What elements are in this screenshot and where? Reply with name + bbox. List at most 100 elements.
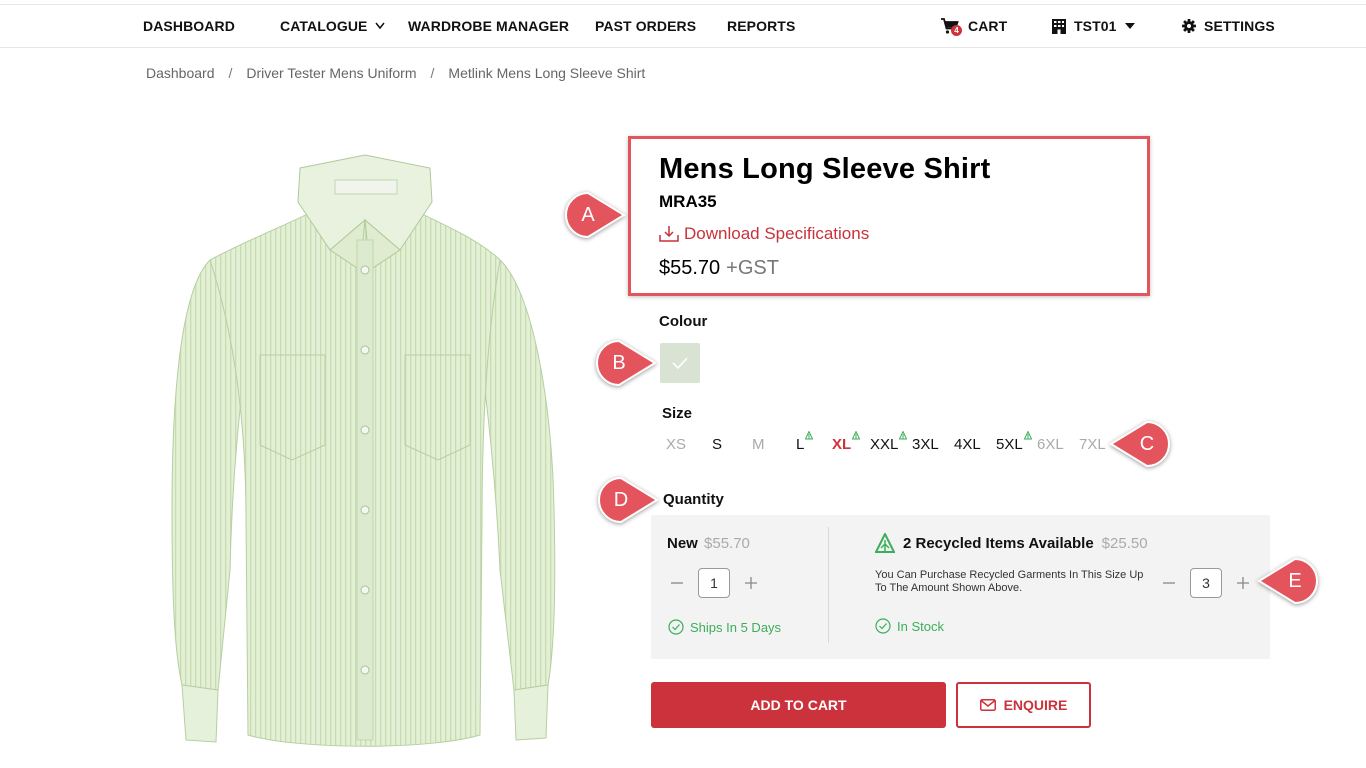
recycled-quantity-decrement-button[interactable]: [1159, 573, 1179, 593]
breadcrumb-item-current: Metlink Mens Long Sleeve Shirt: [448, 65, 646, 81]
nav-cart[interactable]: 4 CART: [941, 5, 1007, 47]
size-option-6xl[interactable]: 6XL: [1037, 436, 1064, 453]
check-icon: [672, 357, 688, 370]
plus-icon: [745, 577, 757, 589]
cart-icon: 4: [941, 18, 962, 36]
add-to-cart-label: ADD TO CART: [750, 697, 847, 713]
nav-reports-label: REPORTS: [727, 18, 796, 34]
size-option-5xl[interactable]: 5XL: [996, 431, 1032, 453]
caret-down-icon: [1124, 23, 1135, 29]
product-title: Mens Long Sleeve Shirt: [659, 153, 991, 185]
size-option-label: L: [796, 436, 805, 453]
product-sku: MRA35: [659, 192, 717, 211]
plus-icon: [1237, 577, 1249, 589]
recycled-tree-icon: [805, 431, 814, 440]
size-option-3xl[interactable]: 3XL: [912, 436, 939, 453]
size-label: Size: [662, 405, 693, 422]
nav-wardrobe-manager[interactable]: WARDROBE MANAGER: [408, 5, 569, 47]
recycled-tree-icon: [852, 431, 861, 440]
size-option-label: S: [712, 436, 723, 453]
recycled-tree-icon: [1023, 431, 1032, 440]
product-price: $55.70: [659, 257, 721, 279]
download-specifications-link[interactable]: Download Specifications: [659, 224, 869, 244]
colour-label: Colour: [659, 313, 708, 330]
product-info-box: Mens Long Sleeve Shirt MRA35 Download Sp…: [628, 136, 1150, 296]
quantity-divider: [828, 527, 829, 643]
new-quantity-decrement-button[interactable]: [667, 573, 687, 593]
nav-account[interactable]: TST01: [1052, 5, 1135, 47]
breadcrumb-separator: /: [228, 65, 233, 81]
new-label: New: [667, 535, 698, 552]
breadcrumb-item-dashboard[interactable]: Dashboard: [146, 65, 215, 81]
new-quantity-increment-button[interactable]: [741, 573, 761, 593]
recycled-description: You Can Purchase Recycled Garments In Th…: [875, 569, 1144, 594]
nav-catalogue-label: CATALOGUE: [280, 18, 368, 34]
size-option-label: 6XL: [1037, 436, 1064, 453]
recycled-price: $25.50: [1101, 534, 1148, 552]
nav-account-label: TST01: [1074, 18, 1117, 34]
annotation-marker-c: C: [1109, 420, 1170, 468]
annotation-marker-d: D: [598, 476, 659, 524]
annotation-label-c: C: [1139, 433, 1155, 455]
new-ships-status: Ships In 5 Days: [668, 619, 781, 635]
enquire-button[interactable]: ENQUIRE: [956, 682, 1091, 728]
size-option-label: 3XL: [912, 436, 939, 453]
check-circle-icon: [668, 619, 684, 635]
annotation-label-b: B: [612, 352, 626, 374]
size-option-label: 7XL: [1079, 436, 1106, 453]
size-option-label: XL: [832, 436, 852, 453]
cart-count-badge: 4: [951, 25, 962, 36]
enquire-label: ENQUIRE: [1003, 697, 1068, 713]
annotation-marker-e: E: [1257, 557, 1318, 605]
download-specifications-label: Download Specifications: [684, 224, 870, 243]
size-option-4xl[interactable]: 4XL: [954, 436, 981, 453]
envelope-icon: [979, 699, 996, 711]
nav-wardrobe-manager-label: WARDROBE MANAGER: [408, 18, 570, 34]
breadcrumb-item-uniform[interactable]: Driver Tester Mens Uniform: [246, 65, 416, 81]
size-option-xxl[interactable]: XXL: [870, 431, 908, 453]
gear-icon: [1182, 19, 1196, 33]
building-icon: [1052, 18, 1066, 34]
add-to-cart-button[interactable]: ADD TO CART: [651, 682, 946, 728]
recycled-stock-status: In Stock: [875, 618, 944, 634]
size-option-label: M: [752, 436, 765, 453]
nav-past-orders[interactable]: PAST ORDERS: [595, 5, 696, 47]
nav-past-orders-label: PAST ORDERS: [595, 18, 697, 34]
quantity-panel: New $55.70 Ships In 5 Days 2 Recycled It…: [651, 515, 1270, 659]
new-quantity-input[interactable]: [698, 568, 730, 598]
breadcrumb: Dashboard / Driver Tester Mens Uniform /…: [146, 64, 645, 82]
nav-dashboard[interactable]: DASHBOARD: [143, 5, 235, 47]
size-option-l[interactable]: L: [796, 431, 814, 453]
quantity-label: Quantity: [663, 491, 724, 508]
annotation-marker-b: B: [596, 339, 657, 387]
minus-icon: [1163, 582, 1175, 584]
size-option-s[interactable]: S: [712, 436, 722, 453]
colour-swatch[interactable]: [660, 343, 700, 383]
size-option-label: 4XL: [954, 436, 981, 453]
download-icon: [659, 226, 679, 242]
recycled-quantity-title: 2 Recycled Items Available $25.50: [875, 533, 1148, 553]
size-option-xs[interactable]: XS: [666, 436, 686, 453]
price-row: $55.70 +GST: [659, 257, 779, 280]
chevron-down-icon: [375, 22, 386, 30]
nav-reports[interactable]: REPORTS: [727, 5, 795, 47]
recycled-label: 2 Recycled Items Available: [903, 534, 1094, 552]
new-quantity-title: New $55.70: [667, 535, 750, 552]
size-option-xl[interactable]: XL: [832, 431, 861, 453]
new-price: $55.70: [704, 535, 750, 552]
recycled-tree-icon: [875, 533, 895, 553]
size-option-7xl[interactable]: 7XL: [1079, 436, 1106, 453]
product-image: [160, 150, 570, 760]
size-option-m[interactable]: M: [752, 436, 765, 453]
recycled-stock-text: In Stock: [897, 618, 944, 634]
nav-cart-label: CART: [968, 18, 1008, 34]
tax-suffix: +GST: [726, 257, 779, 279]
shirt-image: [171, 154, 556, 747]
annotation-label-a: A: [581, 204, 595, 226]
nav-settings[interactable]: SETTINGS: [1182, 5, 1275, 47]
new-ships-text: Ships In 5 Days: [690, 619, 782, 635]
recycled-quantity-increment-button[interactable]: [1233, 573, 1253, 593]
recycled-quantity-input[interactable]: [1190, 568, 1222, 598]
annotation-label-d: D: [613, 489, 629, 511]
nav-catalogue[interactable]: CATALOGUE: [280, 5, 386, 47]
